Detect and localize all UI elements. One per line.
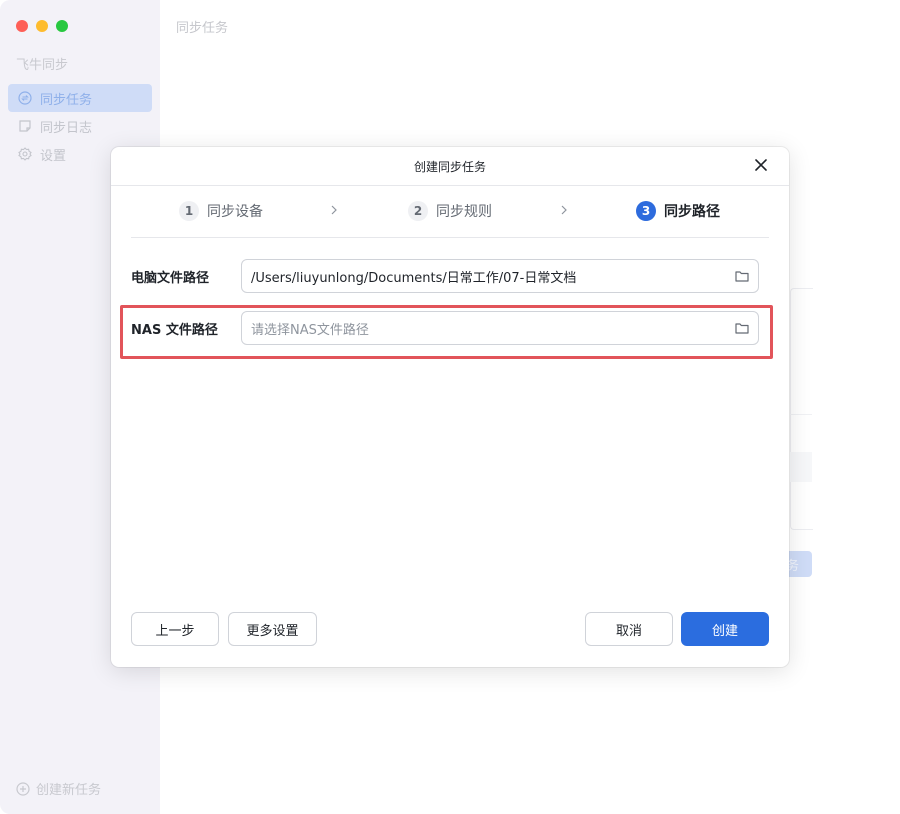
page-title: 同步任务	[176, 21, 229, 36]
step-sync-path: 3 同步路径	[636, 201, 720, 221]
close-window-button[interactable]	[16, 20, 28, 32]
log-note-icon	[18, 119, 32, 133]
app-window: 飞牛同步 同步任务 同步日志 设置 创建新任务 同步任务 务 创建同步任务 1 …	[0, 0, 900, 814]
step-label: 同步规则	[436, 204, 492, 220]
nas-path-label: NAS 文件路径	[131, 323, 218, 338]
dialog-title: 创建同步任务	[413, 159, 486, 174]
more-settings-button[interactable]: 更多设置	[228, 612, 317, 646]
create-button[interactable]: 创建	[681, 612, 769, 646]
create-new-task-button[interactable]: 创建新任务	[16, 779, 101, 798]
previous-step-button[interactable]: 上一步	[131, 612, 219, 646]
sidebar-item-label: 同步日志	[40, 120, 93, 136]
sidebar-item-sync-log[interactable]: 同步日志	[8, 112, 152, 140]
close-icon	[755, 159, 767, 171]
chevron-right-icon	[559, 203, 569, 217]
step-label: 同步路径	[664, 204, 720, 220]
gear-icon	[18, 147, 32, 161]
step-number: 3	[636, 201, 656, 221]
background-divider	[790, 414, 812, 415]
nas-path-row: NAS 文件路径 请选择NAS文件路径	[131, 311, 761, 347]
background-task-card	[790, 288, 813, 530]
step-label: 同步设备	[207, 204, 263, 220]
nas-path-input[interactable]: 请选择NAS文件路径	[241, 311, 759, 345]
app-title: 飞牛同步	[16, 58, 69, 73]
folder-icon[interactable]	[734, 268, 750, 284]
plus-circle-icon	[16, 781, 30, 796]
step-number: 1	[179, 201, 199, 221]
sidebar-item-label: 同步任务	[40, 92, 93, 108]
step-sync-rules: 2 同步规则	[408, 201, 492, 221]
pc-path-label: 电脑文件路径	[131, 271, 210, 286]
cancel-button[interactable]: 取消	[585, 612, 673, 646]
create-new-task-label: 创建新任务	[36, 783, 102, 798]
sidebar-item-label: 设置	[40, 148, 67, 164]
sidebar-item-sync-tasks[interactable]: 同步任务	[8, 84, 152, 112]
dialog-header: 创建同步任务	[111, 147, 789, 186]
folder-icon[interactable]	[734, 320, 750, 336]
sync-circle-icon	[18, 91, 32, 105]
chevron-right-icon	[329, 203, 339, 217]
minimize-window-button[interactable]	[36, 20, 48, 32]
step-sync-device: 1 同步设备	[179, 201, 263, 221]
pc-path-row: 电脑文件路径 /Users/liuyunlong/Documents/日常工作/…	[131, 259, 761, 295]
close-dialog-button[interactable]	[753, 157, 769, 173]
pc-path-value: /Users/liuyunlong/Documents/日常工作/07-日常文档	[251, 270, 577, 286]
pc-path-input[interactable]: /Users/liuyunlong/Documents/日常工作/07-日常文档	[241, 259, 759, 293]
nas-path-placeholder: 请选择NAS文件路径	[251, 322, 369, 338]
create-sync-task-dialog: 创建同步任务 1 同步设备 2 同步规则 3 同步路径 电脑文件路径 /User…	[111, 147, 789, 667]
step-number: 2	[408, 201, 428, 221]
step-indicator: 1 同步设备 2 同步规则 3 同步路径	[131, 197, 769, 238]
background-row	[790, 452, 812, 482]
zoom-window-button[interactable]	[56, 20, 68, 32]
window-controls	[16, 20, 68, 32]
